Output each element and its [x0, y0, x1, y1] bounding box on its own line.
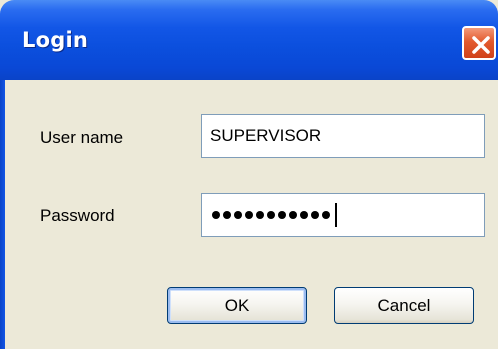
password-dot [300, 211, 308, 219]
ok-button[interactable]: OK [167, 287, 307, 324]
password-dot [256, 211, 264, 219]
password-label: Password [40, 206, 115, 225]
password-dot [311, 211, 319, 219]
password-mask [212, 194, 337, 236]
window-title: Login [22, 28, 88, 52]
close-button[interactable] [462, 26, 496, 60]
password-dot [267, 211, 275, 219]
cancel-button[interactable]: Cancel [334, 287, 474, 324]
login-dialog: Login User name SUPERVISOR Password OK C… [0, 0, 498, 349]
password-dot [234, 211, 242, 219]
password-dot [223, 211, 231, 219]
password-dot [278, 211, 286, 219]
window-frame-left [0, 80, 5, 349]
username-field[interactable]: SUPERVISOR [201, 114, 485, 158]
password-field[interactable] [201, 193, 485, 237]
password-dot [245, 211, 253, 219]
username-value: SUPERVISOR [210, 126, 322, 145]
text-caret [335, 203, 337, 227]
password-dot [289, 211, 297, 219]
title-bar[interactable]: Login [0, 0, 498, 80]
password-dot [212, 211, 220, 219]
password-dot [322, 211, 330, 219]
username-label: User name [40, 128, 124, 147]
